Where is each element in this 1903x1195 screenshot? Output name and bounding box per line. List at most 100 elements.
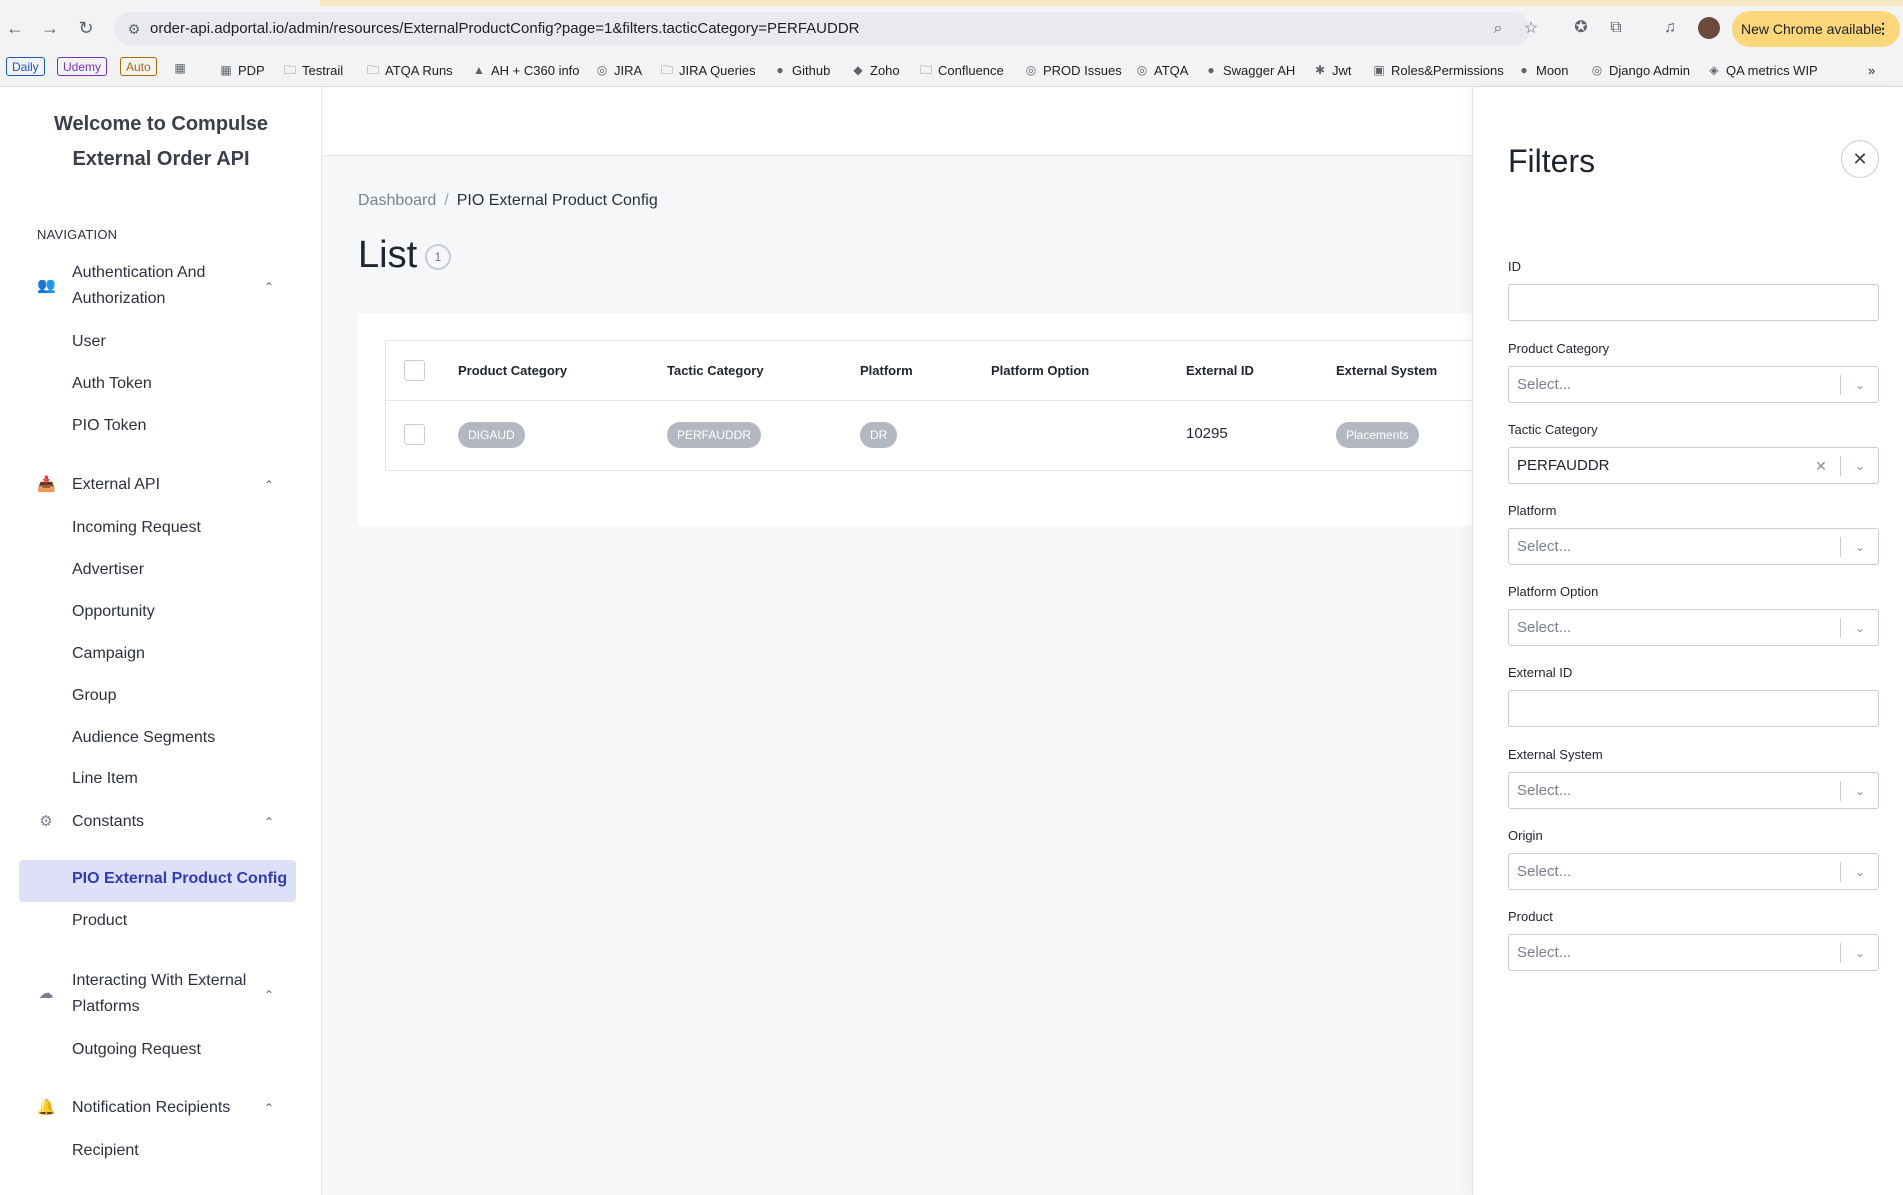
nav-group-label[interactable]: Notification Recipients	[72, 1095, 230, 1121]
inbox-icon: 📥	[37, 476, 56, 493]
column-external-id[interactable]: External ID	[1186, 363, 1254, 378]
bookmark-atqa-runs[interactable]: ATQA Runs	[385, 63, 453, 78]
bookmark-moon[interactable]: Moon	[1536, 63, 1569, 78]
column-platform-option[interactable]: Platform Option	[991, 363, 1089, 378]
welcome-line-1: Welcome to Compulse	[53, 113, 269, 135]
sidebar-item-auth-token[interactable]: Auth Token	[72, 375, 152, 393]
sidebar-item-pio-token[interactable]: PIO Token	[72, 417, 146, 435]
column-platform[interactable]: Platform	[860, 363, 913, 378]
folder-icon: 🗀	[660, 63, 673, 77]
sidebar-item-pio-external-product-config[interactable]: PIO External Product Config	[72, 870, 287, 888]
filter-origin-select[interactable]: Select... ⌄	[1508, 853, 1879, 890]
bookmark-django-admin[interactable]: Django Admin	[1609, 63, 1690, 78]
chevron-up-icon[interactable]: ⌃	[262, 815, 276, 829]
bookmark-atqa[interactable]: ATQA	[1154, 63, 1188, 78]
extension-icon[interactable]: ✪	[1570, 17, 1592, 39]
chevron-down-icon[interactable]: ⌄	[1849, 781, 1871, 801]
sidebar-item-audience-segments[interactable]: Audience Segments	[72, 729, 215, 747]
bookmark-pdp[interactable]: PDP	[238, 63, 265, 78]
breadcrumb-separator: /	[444, 192, 449, 209]
cloud-icon: ☁	[38, 985, 54, 1002]
chevron-down-icon[interactable]: ⌄	[1849, 862, 1871, 882]
filter-platform-select[interactable]: Select... ⌄	[1508, 528, 1879, 565]
extensions-puzzle-icon[interactable]: ⧉	[1605, 17, 1627, 39]
media-control-icon[interactable]: ♫	[1659, 17, 1681, 39]
bookmark-jira[interactable]: JIRA	[614, 63, 642, 78]
filter-label-product: Product	[1508, 909, 1553, 924]
chevron-up-icon[interactable]: ⌃	[262, 988, 276, 1002]
clear-selection-icon[interactable]: ✕	[1811, 456, 1831, 476]
chevron-down-icon[interactable]: ⌄	[1849, 456, 1871, 476]
breadcrumb-current: PIO External Product Config	[456, 192, 658, 209]
address-url[interactable]: order-api.adportal.io/admin/resources/Ex…	[150, 20, 860, 37]
bookmark-qa-metrics-wip[interactable]: QA metrics WIP	[1726, 63, 1818, 78]
filter-external-system-select[interactable]: Select... ⌄	[1508, 772, 1879, 809]
bookmark-icon: ▦	[220, 63, 232, 77]
profile-avatar[interactable]	[1698, 17, 1720, 39]
product-category-badge: DIGAUD	[458, 422, 525, 448]
globe-icon: ◎	[1136, 63, 1148, 77]
nav-group-label[interactable]: Interacting With External Platforms	[72, 968, 246, 1020]
bookmark-swagger-ah[interactable]: Swagger AH	[1223, 63, 1295, 78]
sidebar-item-recipient[interactable]: Recipient	[72, 1142, 139, 1160]
sidebar-item-outgoing-request[interactable]: Outgoing Request	[72, 1041, 201, 1059]
breadcrumb-dashboard[interactable]: Dashboard	[358, 192, 436, 209]
table-header: Product Category Tactic Category Platfor…	[386, 341, 1473, 401]
chevron-down-icon[interactable]: ⌄	[1849, 537, 1871, 557]
bookmark-github[interactable]: Github	[792, 63, 830, 78]
back-icon[interactable]: ←	[4, 17, 26, 39]
sidebar-item-opportunity[interactable]: Opportunity	[72, 603, 155, 621]
chevron-down-icon[interactable]: ⌄	[1849, 618, 1871, 638]
sidebar-item-product[interactable]: Product	[72, 912, 127, 930]
chevron-down-icon[interactable]: ⌄	[1849, 375, 1871, 395]
sidebar-item-group[interactable]: Group	[72, 687, 116, 705]
filter-external-id-input[interactable]	[1508, 690, 1879, 727]
chevron-up-icon[interactable]: ⌃	[262, 478, 276, 492]
sidebar-item-user[interactable]: User	[72, 333, 106, 351]
filter-id-input[interactable]	[1508, 284, 1879, 321]
nav-group-label[interactable]: External API	[72, 472, 160, 498]
bookmark-zoho[interactable]: Zoho	[870, 63, 900, 78]
reload-icon[interactable]: ↻	[75, 17, 97, 39]
column-product-category[interactable]: Product Category	[458, 363, 567, 378]
chevron-up-icon[interactable]: ⌃	[262, 280, 276, 294]
metrics-icon: ◈	[1709, 63, 1719, 77]
chevron-down-icon[interactable]: ⌄	[1849, 943, 1871, 963]
bookmark-roles-permissions[interactable]: Roles&Permissions	[1391, 63, 1504, 78]
filter-product-select[interactable]: Select... ⌄	[1508, 934, 1879, 971]
select-value: PERFAUDDR	[1517, 457, 1610, 474]
filter-platform-option-select[interactable]: Select... ⌄	[1508, 609, 1879, 646]
sidebar-item-campaign[interactable]: Campaign	[72, 645, 145, 663]
row-checkbox[interactable]	[404, 424, 425, 445]
sidebar-welcome: Welcome to Compulse External Order API	[0, 107, 322, 177]
zoom-icon[interactable]: ⌕	[1488, 19, 1508, 39]
chrome-menu-icon[interactable]: ⋮	[1876, 20, 1890, 37]
sidebar-item-advertiser[interactable]: Advertiser	[72, 561, 144, 579]
bookmark-confluence[interactable]: Confluence	[938, 63, 1004, 78]
bookmark-testrail[interactable]: Testrail	[302, 63, 343, 78]
select-all-checkbox[interactable]	[404, 360, 425, 381]
column-tactic-category[interactable]: Tactic Category	[667, 363, 764, 378]
globe-icon: ◎	[1591, 63, 1603, 77]
bookmark-jwt[interactable]: Jwt	[1332, 63, 1352, 78]
close-filters-button[interactable]: ✕	[1841, 140, 1879, 178]
nav-group-label[interactable]: Constants	[72, 809, 144, 835]
select-value: Select...	[1517, 376, 1572, 393]
bookmark-prod-issues[interactable]: PROD Issues	[1043, 63, 1122, 78]
address-bar[interactable]: ⚙ order-api.adportal.io/admin/resources/…	[114, 12, 1538, 46]
site-settings-icon[interactable]: ⚙	[124, 19, 144, 39]
chevron-up-icon[interactable]: ⌃	[262, 1101, 276, 1115]
column-external-system[interactable]: External System	[1336, 363, 1437, 378]
bookmark-ah-c360-info[interactable]: AH + C360 info	[491, 63, 580, 78]
bookmarks-overflow-icon[interactable]: »	[1868, 59, 1875, 81]
bookmark-star-icon[interactable]: ☆	[1521, 19, 1541, 39]
bookmark-jira-queries[interactable]: JIRA Queries	[679, 63, 756, 78]
github-icon: ●	[776, 63, 784, 77]
filter-product-category-select[interactable]: Select... ⌄	[1508, 366, 1879, 403]
sidebar-item-incoming-request[interactable]: Incoming Request	[72, 519, 201, 537]
filter-tactic-category-select[interactable]: PERFAUDDR ✕ ⌄	[1508, 447, 1879, 484]
nav-group-label[interactable]: Authentication And Authorization	[72, 260, 205, 312]
chrome-update-button[interactable]: New Chrome available ⋮	[1732, 11, 1900, 47]
sidebar-item-line-item[interactable]: Line Item	[72, 770, 138, 788]
forward-icon[interactable]: →	[39, 17, 61, 39]
